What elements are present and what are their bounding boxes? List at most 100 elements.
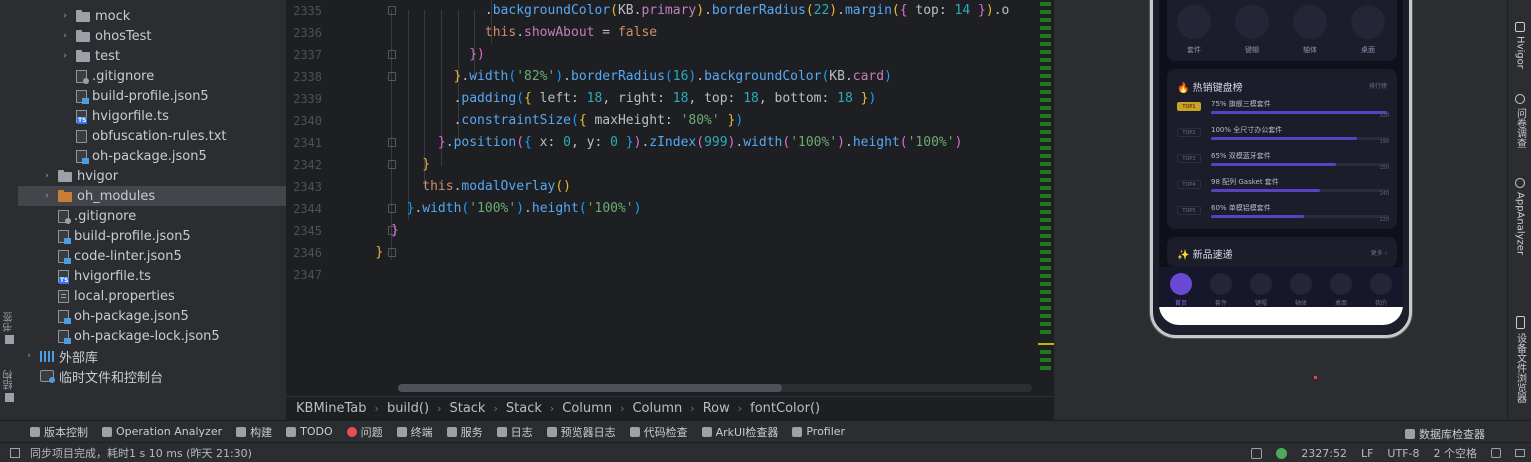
error-stripe-mark[interactable] bbox=[1040, 186, 1051, 190]
error-stripe-mark[interactable] bbox=[1040, 274, 1051, 278]
hot-ranking-row[interactable]: TOP4 98 配列 Gasket 套件 140 bbox=[1177, 177, 1389, 201]
error-stripe-mark[interactable] bbox=[1040, 154, 1051, 158]
hot-ranking-row[interactable]: TOP5 60% 单模铝模套件 120 bbox=[1177, 203, 1389, 227]
tool-window-button[interactable]: TODO bbox=[286, 424, 333, 440]
error-stripe-mark[interactable] bbox=[1040, 98, 1051, 102]
phone-screen[interactable]: 套件 键帽 轴体 桌面 🔥 热销键盘榜 排行榜 TOP1 75% 旗舰三模套件 32… bbox=[1159, 0, 1403, 325]
tree-item[interactable]: hvigorfile.ts bbox=[18, 266, 286, 286]
tree-item[interactable]: build-profile.json5 bbox=[18, 226, 286, 246]
quick-entry-kit[interactable]: 套件 bbox=[1173, 5, 1215, 55]
tree-item[interactable]: .gitignore bbox=[18, 66, 286, 86]
tool-window-button[interactable]: 预览器日志 bbox=[546, 424, 616, 440]
error-stripe-mark[interactable] bbox=[1040, 210, 1051, 214]
notifications-icon[interactable] bbox=[1515, 449, 1525, 457]
breadcrumb-item[interactable]: Row bbox=[703, 401, 730, 416]
error-stripe-mark[interactable] bbox=[1040, 350, 1051, 354]
error-stripe-mark[interactable] bbox=[1040, 234, 1051, 238]
bottom-tab[interactable]: 轴体 bbox=[1283, 273, 1319, 307]
hot-ranking-row[interactable]: TOP1 75% 旗舰三模套件 320 bbox=[1177, 99, 1389, 123]
tool-window-button[interactable]: Profiler bbox=[792, 424, 845, 440]
tool-window-button[interactable]: 终端 bbox=[396, 424, 433, 440]
line-separator[interactable]: LF bbox=[1361, 447, 1373, 460]
tool-window-button[interactable]: 问题 bbox=[346, 424, 383, 440]
error-stripe-mark[interactable] bbox=[1040, 258, 1051, 262]
device-file-browser-tool[interactable]: 设备文件浏览器 bbox=[1511, 316, 1529, 403]
hot-ranking-row[interactable]: TOP2 100% 全尺寸办公套件 190 bbox=[1177, 125, 1389, 149]
tree-item[interactable]: .gitignore bbox=[18, 206, 286, 226]
breadcrumb-item[interactable]: build() bbox=[387, 401, 429, 416]
tree-item[interactable]: › oh_modules bbox=[18, 186, 286, 206]
fold-marker[interactable] bbox=[388, 248, 396, 257]
bottom-tab[interactable]: 键帽 bbox=[1243, 273, 1279, 307]
bookmarks-tool[interactable]: 书签 bbox=[1, 312, 17, 344]
tree-item[interactable]: 临时文件和控制台 bbox=[18, 366, 286, 386]
error-stripe-mark[interactable] bbox=[1040, 58, 1051, 62]
error-stripe-mark[interactable] bbox=[1040, 162, 1051, 166]
hvigor-tool[interactable]: Hvigor bbox=[1511, 22, 1529, 69]
error-stripe[interactable] bbox=[1038, 0, 1054, 396]
error-stripe-mark[interactable] bbox=[1040, 242, 1051, 246]
horizontal-scrollbar[interactable] bbox=[398, 384, 1032, 392]
chevron-right-icon[interactable]: › bbox=[60, 51, 70, 61]
breadcrumb-item[interactable]: KBMineTab bbox=[296, 401, 367, 416]
error-stripe-mark[interactable] bbox=[1040, 34, 1051, 38]
error-stripe-mark[interactable] bbox=[1040, 226, 1051, 230]
tree-item[interactable]: oh-package.json5 bbox=[18, 306, 286, 326]
error-stripe-mark[interactable] bbox=[1040, 194, 1051, 198]
lock-icon[interactable] bbox=[1491, 448, 1501, 458]
error-stripe-mark[interactable] bbox=[1040, 74, 1051, 78]
error-stripe-mark[interactable] bbox=[1040, 314, 1051, 318]
status-message[interactable]: 同步项目完成，耗时1 s 10 ms (昨天 21:30) bbox=[30, 445, 252, 461]
error-stripe-mark[interactable] bbox=[1040, 66, 1051, 70]
error-stripe-mark[interactable] bbox=[1040, 138, 1051, 142]
error-stripe-mark[interactable] bbox=[1040, 50, 1051, 54]
new-arrivals-more[interactable]: 更多 › bbox=[1371, 248, 1387, 257]
tool-window-button[interactable]: Operation Analyzer bbox=[102, 424, 222, 440]
error-stripe-mark[interactable] bbox=[1040, 282, 1051, 286]
hot-ranking-row[interactable]: TOP3 65% 双模蓝牙套件 150 bbox=[1177, 151, 1389, 175]
tree-item[interactable]: › mock bbox=[18, 6, 286, 26]
tree-item[interactable]: local.properties bbox=[18, 286, 286, 306]
breadcrumb-item[interactable]: Stack bbox=[506, 401, 542, 416]
error-stripe-mark[interactable] bbox=[1040, 358, 1051, 362]
tool-window-button[interactable]: 构建 bbox=[236, 424, 272, 440]
error-stripe-mark[interactable] bbox=[1040, 202, 1051, 206]
quick-entry-keycap[interactable]: 键帽 bbox=[1231, 5, 1273, 55]
tree-item[interactable]: oh-package-lock.json5 bbox=[18, 326, 286, 346]
bottom-tab[interactable]: 套件 bbox=[1203, 273, 1239, 307]
error-stripe-mark[interactable] bbox=[1040, 114, 1051, 118]
error-stripe-mark[interactable] bbox=[1040, 170, 1051, 174]
error-stripe-mark[interactable] bbox=[1040, 218, 1051, 222]
error-stripe-mark[interactable] bbox=[1040, 2, 1051, 6]
breadcrumb-item[interactable]: Column bbox=[562, 401, 612, 416]
error-stripe-mark[interactable] bbox=[1040, 250, 1051, 254]
tree-item[interactable]: build-profile.json5 bbox=[18, 86, 286, 106]
chevron-right-icon[interactable]: › bbox=[42, 171, 52, 181]
error-stripe-mark[interactable] bbox=[1040, 266, 1051, 270]
chevron-right-icon[interactable]: › bbox=[60, 31, 70, 41]
tree-item[interactable]: › ohosTest bbox=[18, 26, 286, 46]
file-encoding[interactable]: UTF-8 bbox=[1387, 447, 1419, 460]
tree-item[interactable]: › hvigor bbox=[18, 166, 286, 186]
error-stripe-mark[interactable] bbox=[1040, 130, 1051, 134]
bottom-tab[interactable]: 首页 bbox=[1163, 273, 1199, 307]
tool-window-button[interactable]: 服务 bbox=[446, 424, 483, 440]
error-stripe-mark[interactable] bbox=[1040, 42, 1051, 46]
sync-status-icon[interactable] bbox=[1276, 447, 1288, 459]
bottom-tab[interactable]: 桌面 bbox=[1323, 273, 1359, 307]
code-editor[interactable]: 2335 2336 2337 2338 2339 2340 2341 2342 2343 2344… bbox=[286, 0, 1054, 396]
error-stripe-mark[interactable] bbox=[1040, 298, 1051, 302]
structure-tool[interactable]: 结构 bbox=[1, 370, 17, 402]
tree-item[interactable]: obfuscation-rules.txt bbox=[18, 126, 286, 146]
database-inspector-button[interactable]: 数据库检查器 bbox=[1405, 426, 1485, 442]
breadcrumb-item[interactable]: Column bbox=[632, 401, 682, 416]
error-stripe-mark[interactable] bbox=[1040, 26, 1051, 30]
error-stripe-mark[interactable] bbox=[1040, 366, 1051, 370]
tool-window-button[interactable]: 日志 bbox=[496, 424, 533, 440]
app-analyzer-tool[interactable]: AppAnalyzer bbox=[1511, 178, 1529, 255]
error-stripe-mark[interactable] bbox=[1040, 330, 1051, 334]
chevron-right-icon[interactable]: › bbox=[24, 351, 34, 361]
error-stripe-mark[interactable] bbox=[1040, 90, 1051, 94]
tree-item[interactable]: › 外部库 bbox=[18, 346, 286, 366]
error-stripe-mark[interactable] bbox=[1040, 290, 1051, 294]
